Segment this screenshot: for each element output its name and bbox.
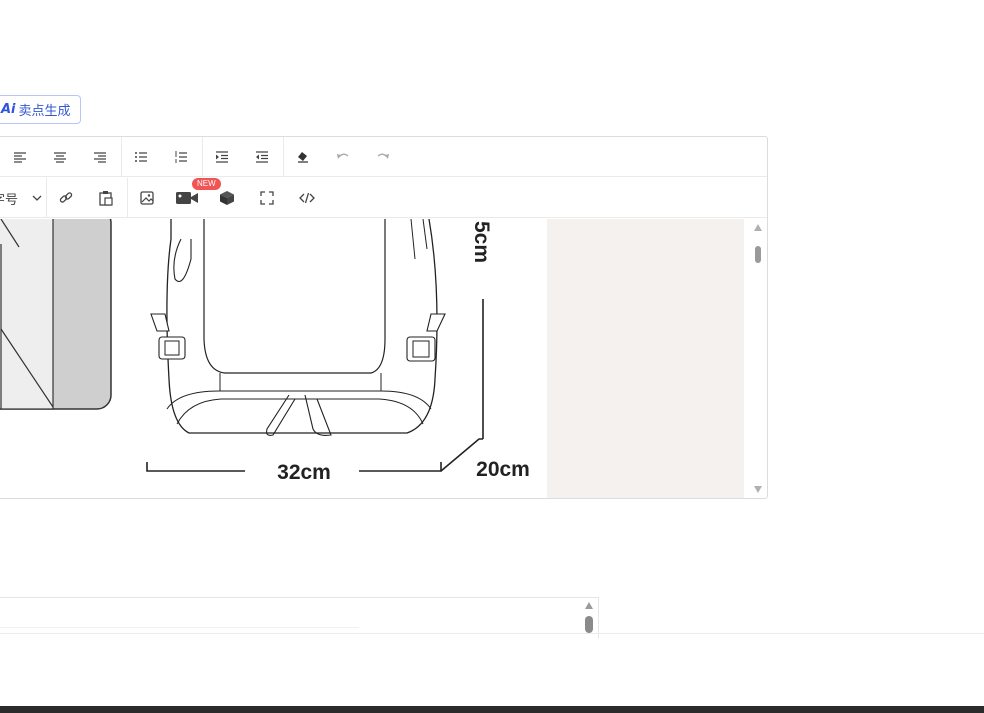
chevron-down-icon xyxy=(32,195,42,201)
align-left-button[interactable] xyxy=(0,137,40,177)
outdent-button[interactable] xyxy=(242,137,282,177)
undo-button[interactable] xyxy=(323,137,363,177)
insert-image-button[interactable] xyxy=(127,178,167,218)
toolbar-row-1 xyxy=(0,137,767,177)
eraser-icon xyxy=(298,152,308,163)
width-dimension-label: 32cm xyxy=(277,461,331,484)
link-icon xyxy=(59,192,73,203)
numbered-list-button[interactable] xyxy=(161,137,201,177)
secondary-scrollbar[interactable] xyxy=(582,598,596,638)
taskbar xyxy=(0,706,984,713)
clear-format-button[interactable] xyxy=(283,137,323,177)
scroll-thumb xyxy=(755,246,761,263)
divider xyxy=(0,627,359,628)
ai-icon: Ai xyxy=(1,102,16,117)
redo-icon xyxy=(377,153,389,159)
align-right-button[interactable] xyxy=(80,137,120,177)
scrollbar-graphic xyxy=(754,224,762,493)
numbered-list-icon xyxy=(175,151,187,163)
fullscreen-button[interactable] xyxy=(247,178,287,218)
depth-dimension-label: 20cm xyxy=(476,458,530,481)
clipboard-icon xyxy=(99,191,113,206)
backpack-dimension-image: 32cm 20cm 5cm xyxy=(0,219,744,498)
insert-3d-model-button[interactable] xyxy=(207,178,247,218)
undo-icon xyxy=(337,153,349,159)
source-code-button[interactable] xyxy=(287,178,327,218)
page-divider xyxy=(0,633,984,634)
outdent-icon xyxy=(256,151,268,163)
scroll-thumb xyxy=(585,616,593,633)
secondary-editor-box[interactable] xyxy=(0,597,599,638)
editor-scrollbar[interactable] xyxy=(751,219,765,498)
scroll-up-arrow-icon xyxy=(754,224,762,231)
ai-selling-point-label: 卖点生成 xyxy=(18,104,71,119)
indent-icon xyxy=(216,151,228,163)
bulleted-list-button[interactable] xyxy=(121,137,161,177)
editor-content[interactable]: 32cm 20cm 5cm xyxy=(0,219,767,498)
redo-button[interactable] xyxy=(363,137,403,177)
align-center-icon xyxy=(54,152,66,163)
scroll-down-arrow-icon xyxy=(754,486,762,493)
insert-link-button[interactable] xyxy=(46,178,86,218)
height-dimension-label: 5cm xyxy=(470,221,493,263)
font-size-select[interactable]: 字号 xyxy=(0,178,45,218)
rich-text-editor: 字号 NEW xyxy=(0,136,768,499)
video-camera-icon xyxy=(176,192,198,204)
scroll-up-arrow-icon xyxy=(585,602,593,609)
bulleted-list-icon xyxy=(135,152,147,162)
fullscreen-icon xyxy=(260,191,274,205)
toolbar-row-2: 字号 NEW xyxy=(0,178,767,218)
cube-icon xyxy=(220,191,234,205)
code-icon xyxy=(299,192,315,204)
align-left-icon xyxy=(14,152,26,163)
indent-button[interactable] xyxy=(202,137,242,177)
align-center-button[interactable] xyxy=(40,137,80,177)
ai-selling-point-button[interactable]: Ai 卖点生成 xyxy=(0,95,81,124)
image-icon xyxy=(140,191,154,205)
paste-button[interactable] xyxy=(86,178,126,218)
font-size-label: 字号 xyxy=(0,192,19,208)
align-right-icon xyxy=(94,152,106,163)
